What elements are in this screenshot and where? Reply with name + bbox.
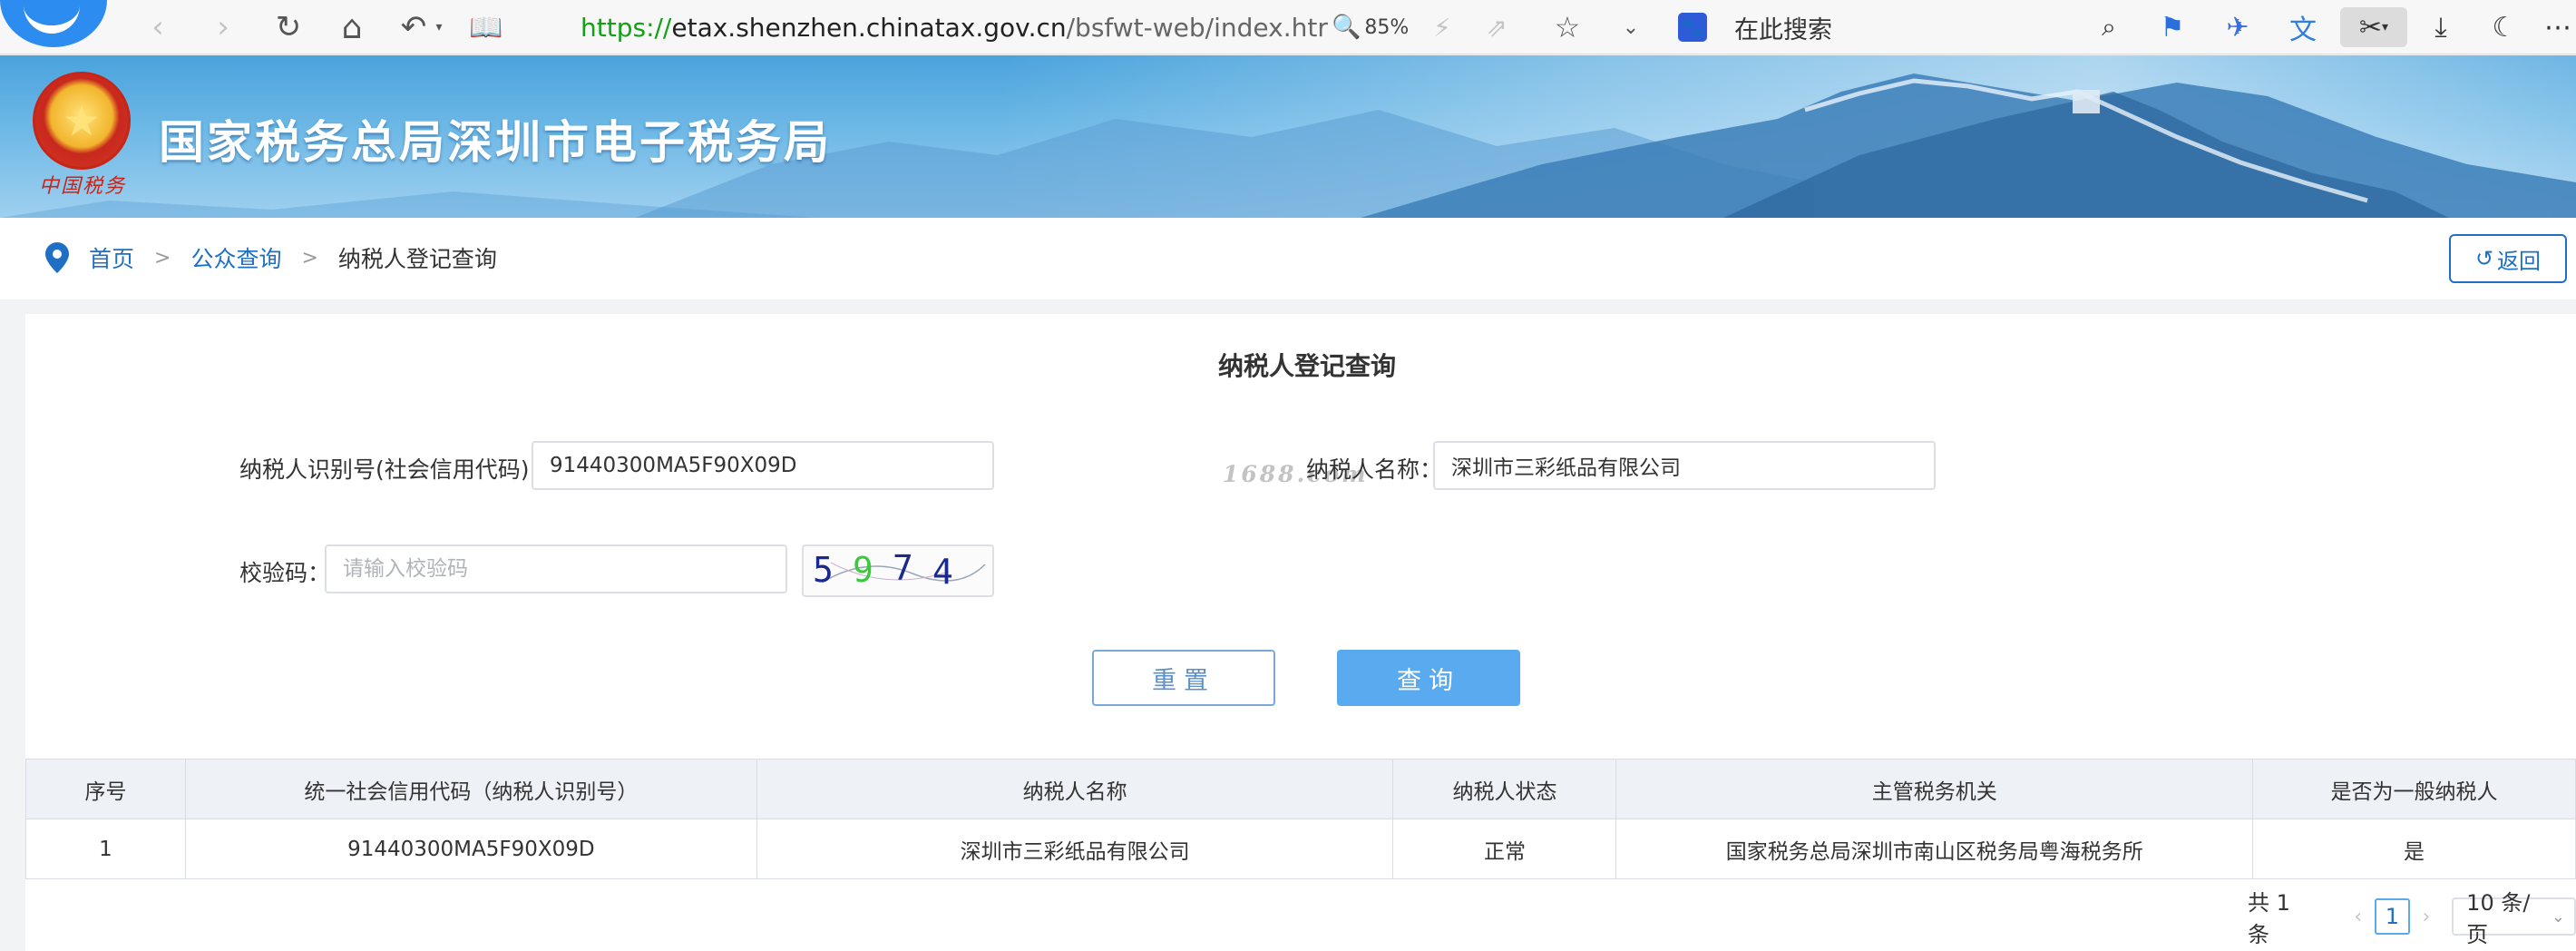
undo-dropdown-icon[interactable]: ▾ (430, 5, 448, 49)
night-mode-icon[interactable]: ☾ (2483, 7, 2525, 47)
back-button[interactable]: ↺ 返回 (2449, 234, 2567, 283)
captcha-digit: 5 (813, 550, 834, 590)
breadcrumb-current: 纳税人登记查询 (337, 246, 497, 272)
page-number-button[interactable]: 1 (2375, 898, 2410, 935)
captcha-digit: 4 (932, 552, 953, 592)
breadcrumb-home-link[interactable]: 首页 (89, 241, 134, 274)
reading-mode-icon[interactable]: 📖 (464, 5, 508, 49)
back-icon[interactable]: ‹ (136, 5, 180, 49)
forward-icon[interactable]: › (201, 5, 245, 49)
zoom-indicator[interactable]: 🔍 85% (1332, 9, 1409, 45)
form-title: 纳税人登记查询 (1217, 351, 1396, 381)
download-icon[interactable]: ⤓ (2420, 7, 2462, 47)
table-cell: 国家税务总局深圳市南山区税务局粤海税务所 (1615, 819, 2254, 879)
extension-flag-icon[interactable]: ⚑ (2152, 7, 2193, 47)
baidu-paw-icon: 🐾 (1678, 13, 1707, 42)
site-title: 国家税务总局深圳市电子税务局 (159, 116, 832, 169)
more-menu-icon[interactable]: ⋯ (2540, 7, 2576, 47)
return-arrow-icon: ↺ (2474, 246, 2494, 271)
emblem-script-text: 中国税务 (38, 175, 126, 198)
prev-page-icon[interactable]: ‹ (2342, 906, 2375, 928)
captcha-image[interactable]: 5 9 7 4 (802, 544, 994, 597)
home-icon[interactable]: ⌂ (330, 5, 374, 49)
undo-icon[interactable]: ↶ (392, 5, 435, 49)
column-header: 主管税务机关 (1615, 759, 2254, 819)
site-banner: ★ 中国税务 国家税务总局深圳市电子税务局 (0, 55, 2576, 218)
extension-bird-icon[interactable]: ✈ (2217, 7, 2259, 47)
captcha-label: 校验码： (239, 560, 331, 586)
query-button[interactable]: 查询 (1337, 650, 1520, 706)
search-placeholder: 在此搜索 (1734, 15, 1832, 44)
column-header: 是否为一般纳税人 (2252, 759, 2576, 819)
breadcrumb-bar: 首页 > 公众查询 > 纳税人登记查询 (0, 218, 2576, 299)
location-pin-icon (45, 242, 69, 273)
table-header-row: 序号 统一社会信用代码（纳税人识别号） 纳税人名称 纳税人状态 主管税务机关 是… (25, 759, 2576, 819)
zoom-level: 85% (1364, 15, 1410, 39)
screenshot-scissors-icon[interactable]: ✂ ▾ (2340, 7, 2407, 47)
column-header: 纳税人名称 (756, 759, 1394, 819)
search-icon[interactable]: ⌕ (2088, 7, 2130, 47)
search-bar[interactable]: 🐾 在此搜索 (1678, 7, 2141, 47)
next-page-icon[interactable]: › (2410, 906, 2443, 928)
column-header: 纳税人状态 (1392, 759, 1617, 819)
page-size-select[interactable]: 10 条/页 ⌄ (2452, 890, 2576, 947)
pagination-total: 共 1 条 (2248, 890, 2290, 947)
table-row: 1 91440300MA5F90X09D 深圳市三彩纸品有限公司 正常 国家税务… (25, 819, 2576, 879)
url-path: /bsfwt-web/index.htr (1066, 12, 1328, 43)
url-host: etax.shenzhen.chinatax.gov.cn (671, 12, 1067, 43)
breadcrumb-separator: > (154, 246, 171, 270)
star-icon[interactable]: ☆ (1546, 5, 1589, 49)
translate-icon[interactable]: 文 (2282, 7, 2324, 47)
breadcrumb-separator: > (301, 246, 318, 270)
back-button-label: 返回 (2497, 248, 2542, 274)
column-header: 统一社会信用代码（纳税人识别号） (184, 759, 757, 819)
url-scheme: https:// (581, 12, 672, 43)
pagination: 共 1 条 ‹ 1 › 10 条/页 ⌄ (2248, 890, 2576, 947)
taxpayer-id-label: 纳税人识别号(社会信用代码)： (239, 456, 552, 483)
table-cell: 是 (2252, 819, 2576, 879)
chevron-down-icon: ⌄ (2551, 907, 2565, 926)
taxpayer-name-input[interactable] (1433, 441, 1936, 490)
table-cell: 91440300MA5F90X09D (184, 819, 757, 879)
chevron-down-icon[interactable]: ⌄ (1609, 5, 1653, 49)
page-size-value: 10 条/页 (2466, 890, 2531, 947)
browser-logo-icon (0, 0, 107, 47)
taxpayer-name-label: 纳税人名称： (1306, 456, 1443, 483)
reset-button[interactable]: 重置 (1092, 650, 1275, 706)
browser-toolbar: ‹ › ↻ ⌂ ↶ ▾ 📖 https://etax.shenzhen.chin… (0, 0, 2576, 54)
breadcrumb: 首页 > 公众查询 > 纳税人登记查询 (45, 241, 497, 274)
column-header: 序号 (25, 759, 186, 819)
captcha-input[interactable] (325, 544, 787, 593)
table-cell: 1 (25, 819, 186, 879)
flash-icon[interactable]: ⚡ (1420, 5, 1464, 49)
breadcrumb-public-query-link[interactable]: 公众查询 (190, 241, 281, 274)
table-cell: 正常 (1392, 819, 1617, 879)
reload-icon[interactable]: ↻ (267, 5, 310, 49)
zoom-icon: 🔍 (1332, 14, 1361, 41)
table-cell: 深圳市三彩纸品有限公司 (756, 819, 1394, 879)
query-panel: 纳税人登记查询 纳税人识别号(社会信用代码)： 1688.com 纳税人名称： … (25, 314, 2576, 951)
captcha-digit: 7 (893, 548, 913, 588)
taxpayer-id-input[interactable] (532, 441, 994, 490)
results-table: 序号 统一社会信用代码（纳税人识别号） 纳税人名称 纳税人状态 主管税务机关 是… (25, 759, 2576, 879)
captcha-digit: 9 (853, 550, 873, 590)
tax-emblem-icon: ★ (33, 72, 131, 170)
share-icon[interactable]: ⇗ (1475, 5, 1518, 49)
